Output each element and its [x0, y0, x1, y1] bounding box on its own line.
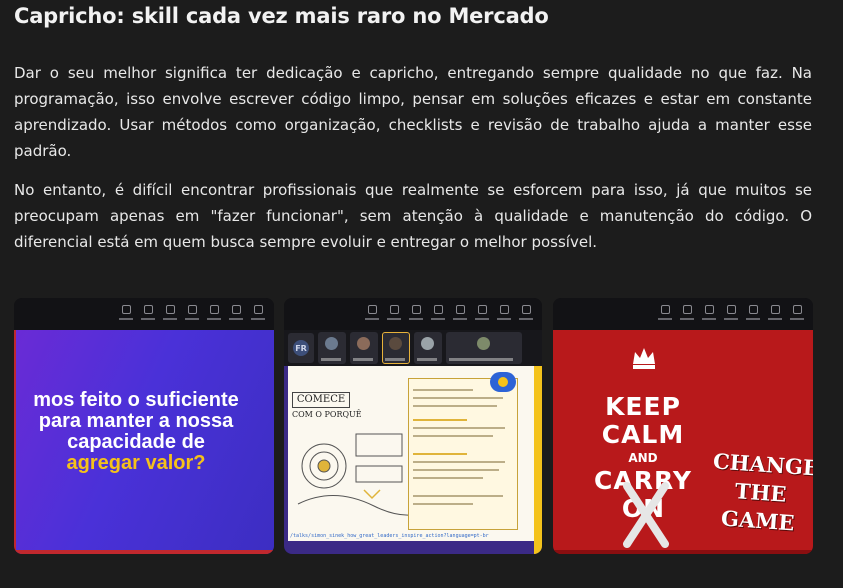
meeting-toolbar: [14, 298, 274, 330]
cross-out-mark: [623, 482, 669, 548]
slide-line: mos feito o suficiente: [33, 389, 239, 411]
gallery-image-2[interactable]: FR COMECE COM O PORQUÊ /talks/simon_sine…: [284, 298, 542, 554]
slide-side-bar: [534, 366, 542, 554]
article-title: Capricho: skill cada vez mais raro no Me…: [14, 4, 549, 28]
participant-tile: [318, 332, 346, 364]
participant-avatar: FR: [288, 333, 314, 363]
crown-icon: [633, 348, 655, 369]
paragraph-1: Dar o seu melhor significa ter dedicação…: [14, 64, 812, 160]
sketchnote-paper: COMECE COM O PORQUÊ /talks/simon_sinek_h…: [288, 366, 534, 544]
participant-tile: [446, 332, 522, 364]
slide-line: para manter a nossa: [38, 410, 234, 432]
slide-bottom-stripe: [16, 550, 274, 554]
presentation-slide: mos feito o suficiente para manter a nos…: [14, 330, 274, 554]
slide-line: capacidade de: [67, 431, 205, 453]
meeting-toolbar: [284, 298, 542, 330]
slide-line-highlight: agregar valor?: [66, 452, 206, 474]
handwritten-text: GAME: [720, 505, 796, 536]
gallery-image-1[interactable]: mos feito o suficiente para manter a nos…: [14, 298, 274, 554]
talk-url: /talks/simon_sinek_how_great_leaders_ins…: [290, 533, 489, 539]
sketch-subheading: COM O PORQUÊ: [292, 410, 362, 419]
participant-tile: [350, 332, 378, 364]
paragraph-2: No entanto, é difícil encontrar profissi…: [14, 181, 812, 251]
sketch-slide: COMECE COM O PORQUÊ /talks/simon_sinek_h…: [284, 366, 542, 554]
handwritten-text: THE: [734, 478, 788, 507]
poster-bottom-stripe: [553, 550, 813, 554]
sketch-notes-box: [408, 378, 518, 530]
ted-badge-icon: [490, 372, 516, 392]
sketch-heading: COMECE: [292, 392, 350, 408]
participant-tile: [414, 332, 442, 364]
gallery-image-3[interactable]: KEEP CALM AND CARRY ON CHANGE THE GAME: [553, 298, 813, 554]
participant-strip: FR: [284, 330, 542, 366]
poster-line: KEEP: [605, 392, 681, 421]
poster-line: CALM: [601, 420, 685, 449]
article: Capricho: skill cada vez mais raro no Me…: [0, 0, 843, 588]
poster-line: AND: [628, 451, 658, 465]
participant-tile: [382, 332, 410, 364]
meeting-toolbar: [553, 298, 813, 330]
slide-question: mos feito o suficiente para manter a nos…: [16, 390, 256, 474]
keep-calm-poster: KEEP CALM AND CARRY ON CHANGE THE GAME: [553, 330, 813, 554]
